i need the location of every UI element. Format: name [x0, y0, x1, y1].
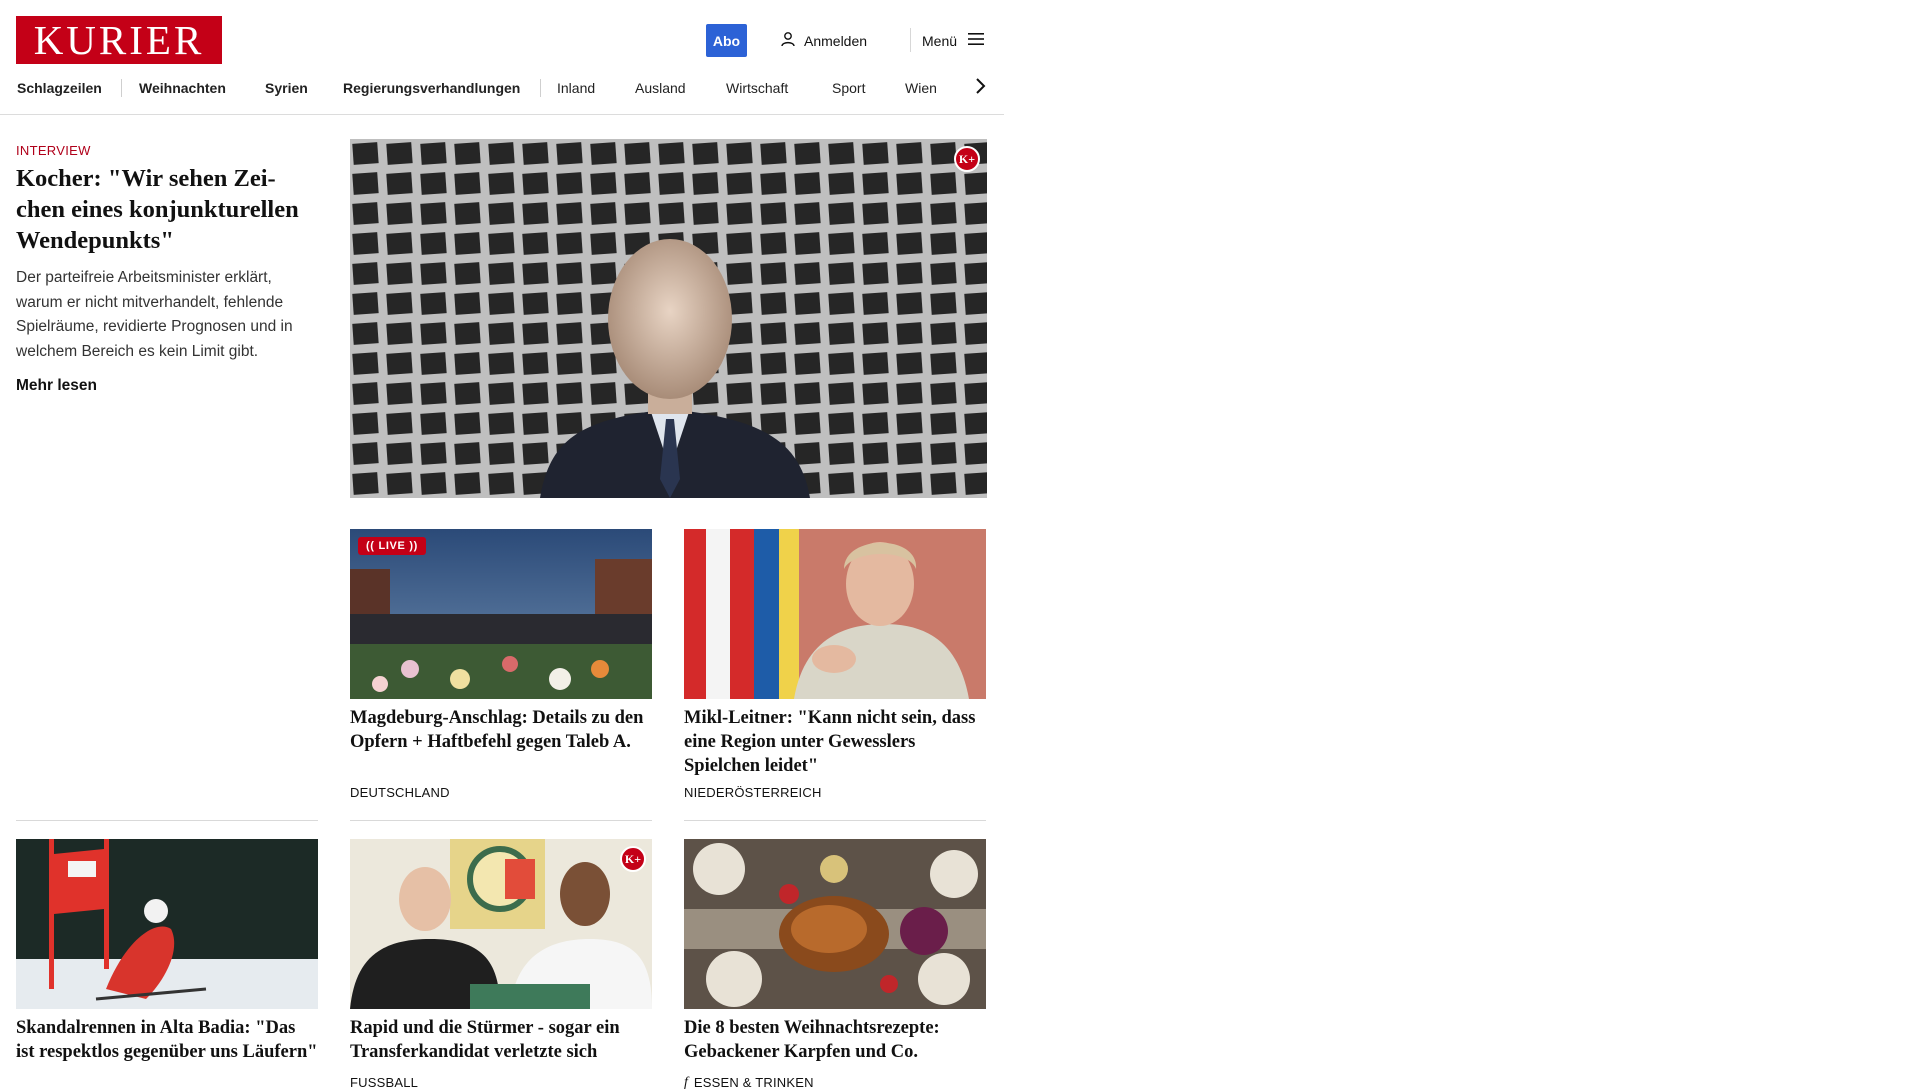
user-icon	[780, 31, 796, 50]
card-image-rapid[interactable]	[350, 839, 652, 1009]
page: KURIER Abo Anmelden Menü Schlagzeilen We…	[0, 0, 1004, 1090]
nav-item-wien[interactable]: Wien	[905, 78, 937, 98]
card-headline[interactable]: Mikl-Leitner: "Kann nicht sein, dass ein…	[684, 706, 986, 778]
card-image-magdeburg[interactable]: (( LIVE ))	[350, 529, 652, 699]
fork-icon: f	[684, 1074, 688, 1090]
card-category-essen[interactable]: f ESSEN & TRINKEN	[684, 1075, 814, 1090]
nav-item-wirtschaft[interactable]: Wirtschaft	[726, 78, 788, 98]
broadcast-icon: ))	[409, 540, 418, 552]
header-divider	[910, 28, 911, 52]
nav-divider	[121, 79, 122, 97]
header: KURIER Abo Anmelden Menü	[0, 0, 1000, 80]
card-category[interactable]: NIEDERÖSTERREICH	[684, 785, 822, 800]
kurier-logo[interactable]: KURIER	[16, 16, 222, 64]
login-button[interactable]: Anmelden	[780, 24, 867, 57]
live-badge: (( LIVE ))	[358, 537, 426, 555]
lead-image[interactable]	[350, 139, 987, 498]
lead-teaser: Der parteifreie Arbeitsminister erklärt,…	[16, 269, 293, 360]
section-divider	[16, 820, 318, 821]
nav-item-weihnachten[interactable]: Weihnachten	[139, 78, 226, 98]
card-headline[interactable]: Skandalrennen in Alta Badia: "Das ist re…	[16, 1016, 318, 1064]
nav-divider	[540, 79, 541, 97]
card-category[interactable]: FUSSBALL	[350, 1075, 418, 1090]
login-label: Anmelden	[804, 32, 868, 49]
card-image-alta-badia[interactable]	[16, 839, 318, 1009]
menu-label: Menü	[922, 32, 958, 49]
nav-item-inland[interactable]: Inland	[557, 78, 595, 98]
live-label: LIVE	[378, 540, 406, 552]
broadcast-icon: ((	[366, 540, 375, 552]
section-divider	[684, 820, 986, 821]
section-divider	[350, 820, 652, 821]
lead-headline[interactable]: Kocher: "Wir sehen Zei­chen eines konjun…	[16, 163, 316, 256]
premium-badge-icon: K+	[954, 146, 980, 172]
card-category: ESSEN & TRINKEN	[693, 1075, 814, 1090]
nav-item-sport[interactable]: Sport	[832, 78, 865, 98]
card-image-weihnachtsrezepte[interactable]	[684, 839, 986, 1009]
card-headline[interactable]: Rapid und die Stürmer - sogar ein Transf…	[350, 1016, 652, 1064]
lead-kicker: INTERVIEW	[16, 143, 91, 158]
chevron-right-icon	[974, 77, 986, 100]
nav-item-schlagzeilen[interactable]: Schlagzeilen	[17, 78, 102, 98]
card-image-mikl-leitner[interactable]	[684, 529, 986, 699]
nav-scroll-right-button[interactable]	[970, 76, 990, 100]
card-headline[interactable]: Magdeburg-Anschlag: Details zu den Opfer…	[350, 706, 652, 754]
nav-item-syrien[interactable]: Syrien	[265, 78, 308, 98]
premium-badge-icon: K+	[620, 846, 646, 872]
read-more-link[interactable]: Mehr lesen	[16, 377, 97, 395]
card-category[interactable]: DEUTSCHLAND	[350, 785, 450, 800]
nav-item-ausland[interactable]: Ausland	[635, 78, 686, 98]
abo-button[interactable]: Abo	[706, 24, 747, 57]
hamburger-icon	[967, 32, 985, 49]
menu-button[interactable]: Menü	[922, 24, 985, 57]
nav-item-regierungsverhandlungen[interactable]: Regierungsverhandlungen	[343, 78, 520, 98]
card-headline[interactable]: Die 8 besten Weihnachtsrezepte: Gebacken…	[684, 1016, 986, 1064]
